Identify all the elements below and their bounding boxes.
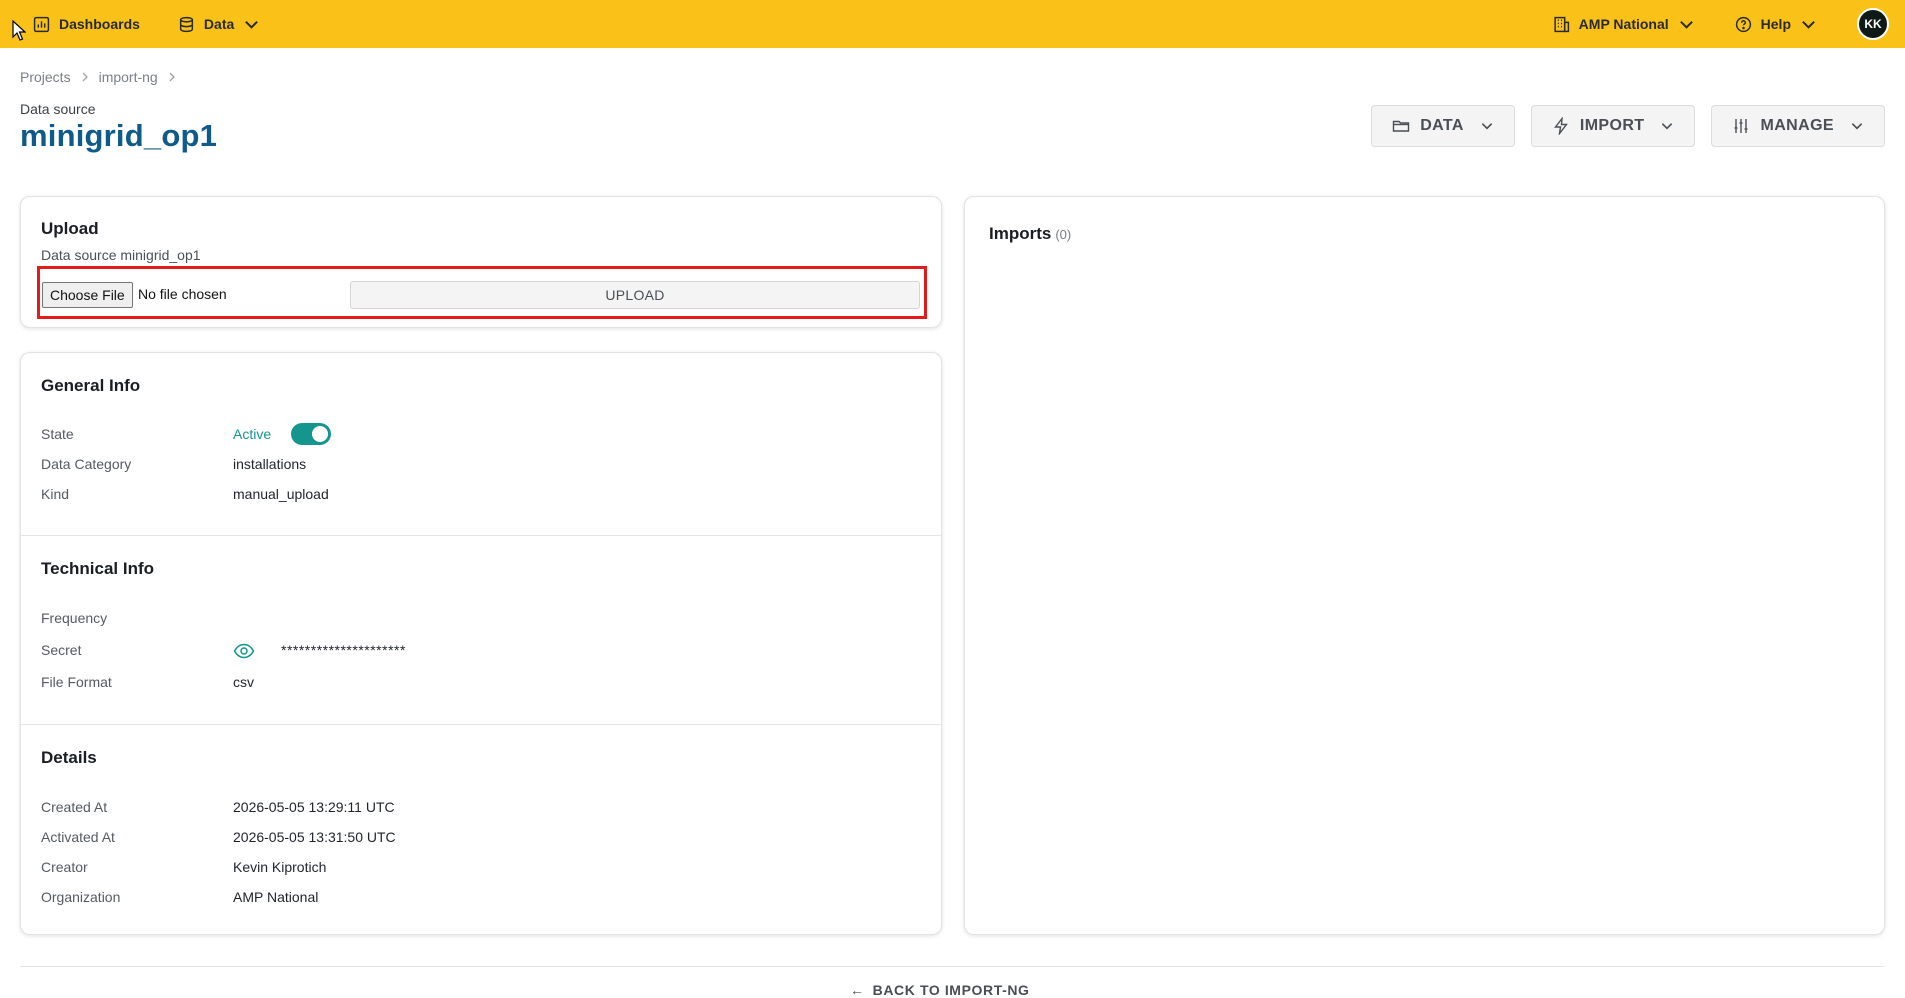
chevron-right-icon — [82, 72, 88, 82]
technical-info-title: Technical Info — [41, 559, 155, 578]
data-menu-label: Data — [203, 16, 235, 32]
chevron-down-icon — [1679, 20, 1693, 29]
organization-detail-label: Organization — [41, 889, 121, 905]
chevron-down-icon — [1851, 123, 1863, 130]
creator-value: Kevin Kiprotich — [233, 859, 327, 875]
creator-row: Creator Kevin Kiprotich — [41, 859, 901, 879]
format-row: File Format csv — [41, 674, 901, 694]
bar-chart-icon — [33, 16, 50, 32]
details-title: Details — [41, 748, 97, 767]
top-nav-right: AMP National Help KK — [1553, 0, 1889, 48]
frequency-label: Frequency — [41, 610, 108, 626]
secret-row: Secret ********************* — [41, 642, 901, 662]
page-actions: DATA IMPORT MANAGE — [1371, 105, 1885, 147]
imports-card: Imports (0) — [964, 196, 1885, 935]
state-row: State Active — [41, 423, 901, 446]
organization-label: AMP National — [1578, 16, 1669, 32]
help-menu[interactable]: Help — [1735, 16, 1817, 33]
manage-action-label: MANAGE — [1760, 117, 1834, 134]
activated-row: Activated At 2026-05-05 13:31:50 UTC — [41, 829, 901, 849]
chevron-down-icon — [1481, 123, 1493, 130]
info-card: General Info State Active Data Category … — [20, 352, 942, 935]
format-label: File Format — [41, 674, 112, 690]
general-info-title: General Info — [41, 376, 141, 395]
kind-label: Kind — [41, 486, 70, 502]
dashboards-menu[interactable]: Dashboards — [33, 16, 140, 33]
activated-value: 2026-05-05 13:31:50 UTC — [233, 829, 396, 845]
folder-icon — [1392, 120, 1410, 132]
import-action-button[interactable]: IMPORT — [1530, 105, 1696, 147]
created-label: Created At — [41, 799, 108, 815]
created-row: Created At 2026-05-05 13:29:11 UTC — [41, 799, 901, 819]
imports-title: Imports (0) — [989, 224, 1071, 244]
choose-file-button[interactable]: Choose File — [42, 282, 133, 308]
organization-menu[interactable]: AMP National — [1553, 16, 1695, 33]
details-section: Details Created At 2026-05-05 13:29:11 U… — [21, 725, 941, 935]
chevron-down-icon — [1662, 123, 1673, 130]
data-action-button[interactable]: DATA — [1371, 105, 1515, 147]
footer-divider — [20, 966, 1885, 967]
breadcrumb-projects[interactable]: Projects — [20, 69, 71, 85]
top-nav-left: Dashboards Data — [33, 0, 260, 48]
lightning-icon — [1553, 117, 1568, 135]
file-status-text: No file chosen — [138, 286, 227, 302]
state-value: Active — [233, 426, 272, 442]
manage-action-button[interactable]: MANAGE — [1711, 105, 1885, 147]
general-info-section: General Info State Active Data Category … — [21, 353, 941, 535]
sliders-icon — [1734, 119, 1748, 133]
data-action-label: DATA — [1420, 117, 1464, 134]
database-icon — [179, 16, 194, 32]
arrow-left-icon: ← — [850, 982, 865, 998]
breadcrumb: Projects import-ng — [20, 69, 178, 85]
upload-button[interactable]: UPLOAD — [350, 281, 920, 309]
category-label: Data Category — [41, 456, 132, 472]
kind-value: manual_upload — [233, 486, 329, 502]
creator-label: Creator — [41, 859, 88, 875]
upload-title: Upload — [41, 219, 99, 238]
back-link[interactable]: ← BACK TO IMPORT-NG — [850, 982, 1030, 998]
frequency-row: Frequency — [41, 610, 901, 630]
kind-row: Kind manual_upload — [41, 486, 901, 506]
chevron-right-icon — [169, 72, 175, 82]
activated-label: Activated At — [41, 829, 115, 845]
help-icon — [1735, 16, 1751, 32]
data-menu[interactable]: Data — [178, 16, 260, 33]
chevron-down-icon — [1802, 20, 1815, 29]
organization-detail-value: AMP National — [233, 889, 319, 905]
imports-count: (0) — [1055, 227, 1072, 242]
technical-info-section: Technical Info Frequency Secret ********… — [21, 536, 941, 723]
import-action-label: IMPORT — [1579, 117, 1645, 134]
format-value: csv — [233, 674, 254, 690]
user-avatar[interactable]: KK — [1857, 8, 1889, 40]
secret-value: ********************* — [281, 642, 406, 658]
page-title: minigrid_op1 — [20, 118, 218, 153]
chevron-down-icon — [245, 20, 259, 29]
upload-card: Upload Data source minigrid_op1 Choose F… — [20, 196, 942, 328]
imports-title-text: Imports — [989, 224, 1052, 243]
page-subtitle: Data source — [20, 101, 96, 117]
top-navigation-bar: Dashboards Data AMP National Help KK — [0, 0, 1905, 48]
secret-label: Secret — [41, 642, 82, 658]
state-toggle[interactable] — [291, 423, 331, 445]
state-label: State — [41, 426, 74, 442]
breadcrumb-import-ng[interactable]: import-ng — [99, 69, 158, 85]
eye-icon[interactable] — [233, 640, 255, 662]
back-link-label: BACK TO IMPORT-NG — [872, 982, 1030, 998]
category-row: Data Category installations — [41, 456, 901, 476]
organization-row: Organization AMP National — [41, 889, 901, 909]
dashboards-label: Dashboards — [59, 16, 140, 32]
upload-description: Data source minigrid_op1 — [41, 247, 201, 263]
building-icon — [1554, 16, 1569, 32]
created-value: 2026-05-05 13:29:11 UTC — [233, 799, 395, 815]
help-label: Help — [1760, 16, 1791, 32]
category-value: installations — [233, 456, 307, 472]
toggle-knob — [312, 426, 328, 442]
mouse-cursor-icon — [12, 20, 26, 41]
